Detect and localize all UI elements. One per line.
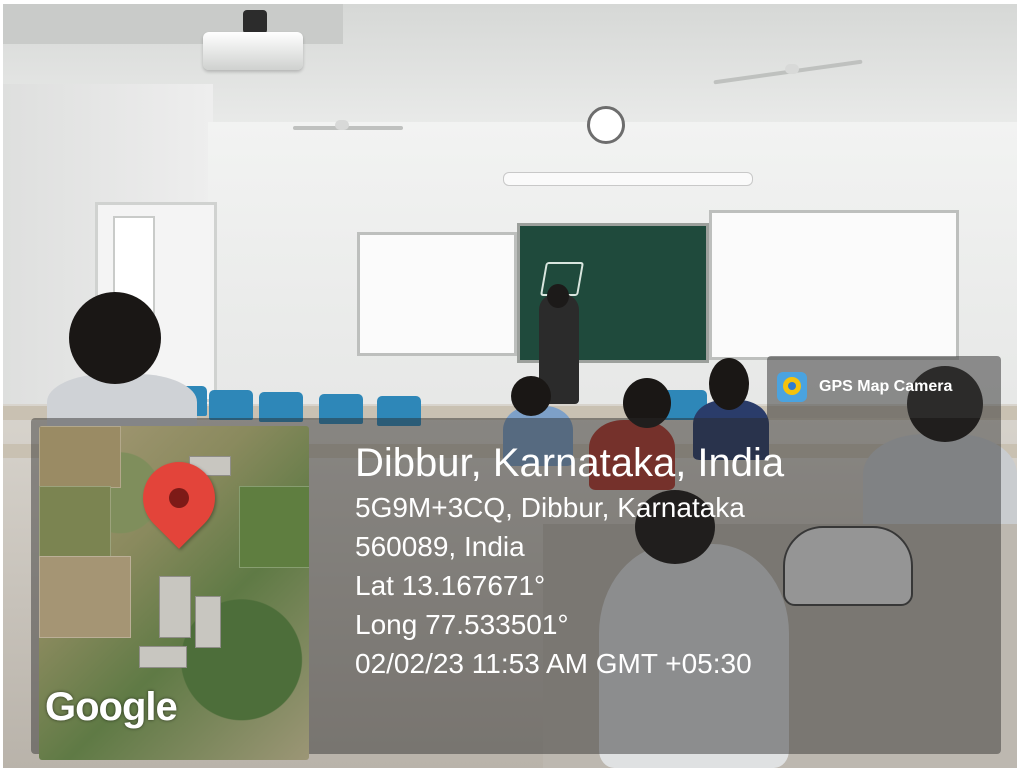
ceiling-fan-right-hub xyxy=(785,64,799,74)
ceiling-fan-left-hub xyxy=(335,120,349,130)
address-line-1: 5G9M+3CQ, Dibbur, Karnataka xyxy=(355,492,745,523)
tube-light xyxy=(503,172,753,186)
gps-map-camera-icon xyxy=(777,372,807,402)
location-info: Dibbur, Karnataka, India 5G9M+3CQ, Dibbu… xyxy=(355,438,784,683)
projector xyxy=(203,32,303,70)
location-title: Dibbur, Karnataka, India xyxy=(355,441,785,485)
info-panel: Google Dibbur, Karnataka, India 5G9M+3CQ… xyxy=(31,418,1001,760)
map-field xyxy=(39,426,121,488)
map-pin-dot xyxy=(169,488,189,508)
satellite-map: Google xyxy=(39,426,309,760)
map-field xyxy=(39,556,131,638)
gps-stamp: GPS Map Camera Google Dibbur, Karnataka,… xyxy=(31,356,1003,760)
latitude: Lat 13.167671° xyxy=(355,570,546,601)
address-line-2: 560089, India xyxy=(355,531,525,562)
projector-mount xyxy=(243,10,267,34)
photo: GPS Map Camera Google Dibbur, Karnataka,… xyxy=(3,4,1017,768)
map-building xyxy=(139,646,187,668)
app-badge: GPS Map Camera xyxy=(767,356,1001,418)
whiteboard-left xyxy=(357,232,517,356)
map-field xyxy=(239,486,309,568)
map-building xyxy=(159,576,191,638)
app-name: GPS Map Camera xyxy=(819,378,953,395)
longitude: Long 77.533501° xyxy=(355,609,569,640)
map-field xyxy=(39,486,111,558)
wall-clock xyxy=(587,106,625,144)
google-logo: Google xyxy=(45,685,178,729)
teacher-head xyxy=(547,284,569,308)
map-building xyxy=(195,596,221,648)
whiteboard-right xyxy=(709,210,959,360)
timestamp: 02/02/23 11:53 AM GMT +05:30 xyxy=(355,648,752,679)
